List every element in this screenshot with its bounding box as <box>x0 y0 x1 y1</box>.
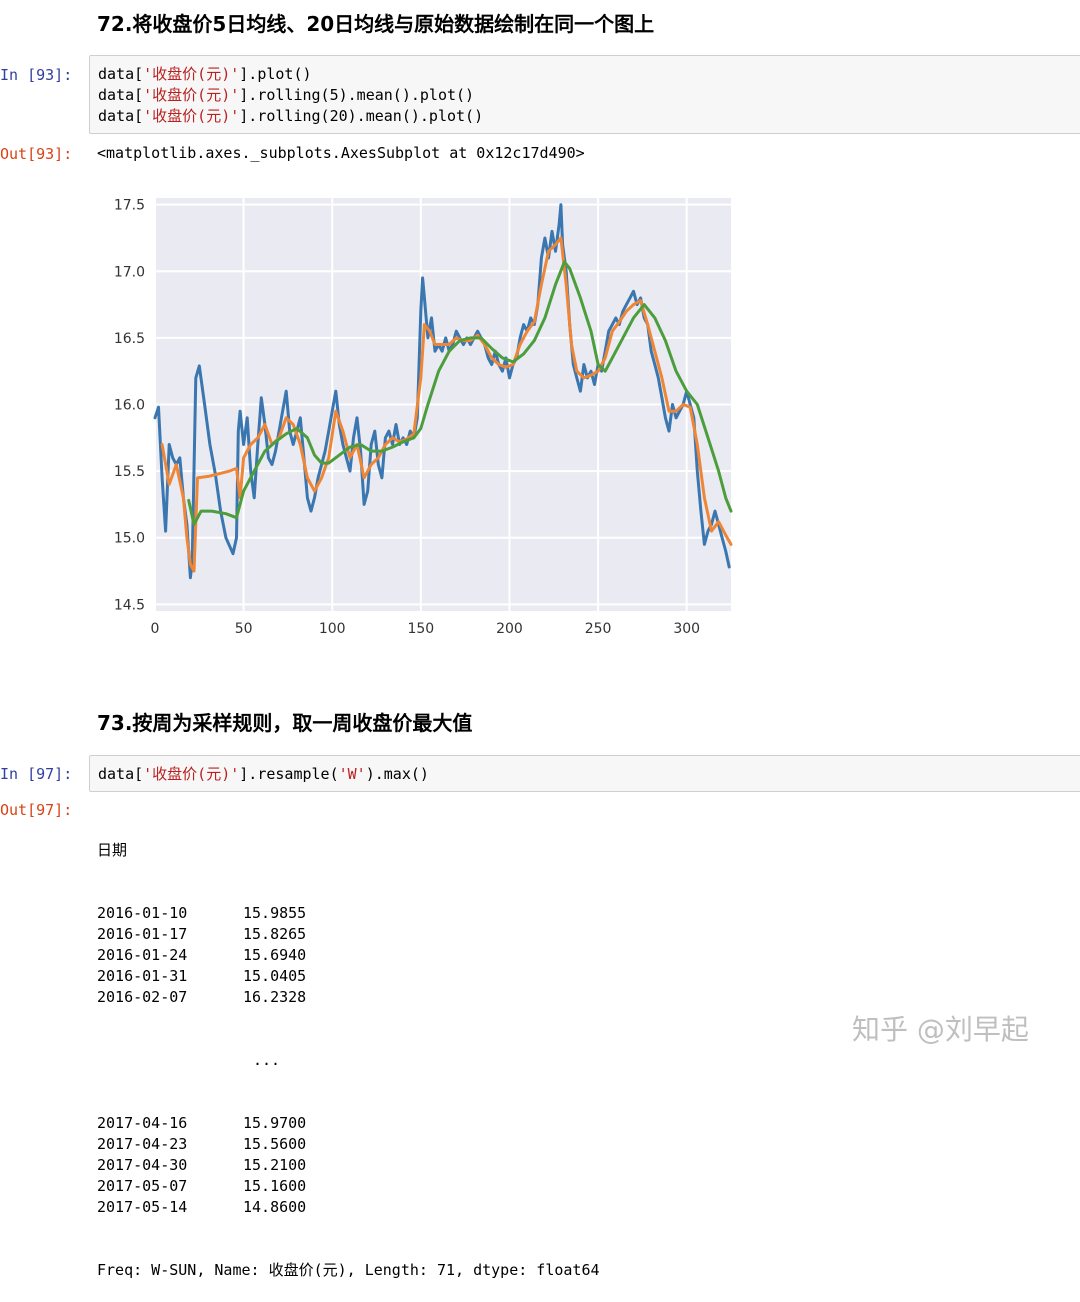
input-prompt-93: In [93]: <box>0 66 73 84</box>
code-line: data['收盘价(元)'].resample('W').max() <box>98 764 1073 785</box>
row-value: 14.8600 <box>243 1198 307 1216</box>
row-value: 15.9855 <box>243 904 307 922</box>
row-date: 2016-01-31 <box>97 967 188 985</box>
y-tick-label: 15.0 <box>114 531 145 547</box>
series-row: 2016-01-24 15.6940 <box>97 945 600 966</box>
row-value: 15.0405 <box>243 967 307 985</box>
y-tick-label: 16.5 <box>114 331 145 347</box>
input-prompt-97: In [97]: <box>0 765 73 783</box>
row-date: 2016-01-24 <box>97 946 188 964</box>
ellipsis: ... <box>253 1051 281 1069</box>
output-prompt-93: Out[93]: <box>0 145 73 163</box>
index-name: 日期 <box>97 841 128 859</box>
row-date: 2017-04-30 <box>97 1156 188 1174</box>
series-footer: Freq: W-SUN, Name: 收盘价(元), Length: 71, d… <box>97 1261 600 1279</box>
code-string: '收盘价(元)' <box>143 765 240 783</box>
code-line: data['收盘价(元)'].rolling(20).mean().plot() <box>98 106 1073 127</box>
y-tick-label: 17.0 <box>114 264 145 280</box>
code-cell-93[interactable]: data['收盘价(元)'].plot() data['收盘价(元)'].rol… <box>89 55 1080 134</box>
row-value: 15.9700 <box>243 1114 307 1132</box>
code-cell-97[interactable]: data['收盘价(元)'].resample('W').max() <box>89 755 1080 792</box>
x-tick-label: 200 <box>496 621 523 637</box>
series-row: 2016-01-10 15.9855 <box>97 903 600 924</box>
x-tick-label: 250 <box>585 621 612 637</box>
row-date: 2016-02-07 <box>97 988 188 1006</box>
code-token: ].rolling(20).mean().plot() <box>239 107 484 125</box>
output-prompt-97: Out[97]: <box>0 801 73 819</box>
series-row: 2017-05-07 15.1600 <box>97 1176 600 1197</box>
code-string: '收盘价(元)' <box>143 86 240 104</box>
code-line: data['收盘价(元)'].rolling(5).mean().plot() <box>98 85 1073 106</box>
y-axis-ticks: 14.5 15.0 15.5 16.0 16.5 17.0 17.5 <box>114 198 145 614</box>
code-string: '收盘价(元)' <box>143 65 240 83</box>
series-row: 2017-05-14 14.8600 <box>97 1197 600 1218</box>
row-value: 16.2328 <box>243 988 307 1006</box>
row-value: 15.5600 <box>243 1135 307 1153</box>
code-token: ].resample( <box>239 765 339 783</box>
x-tick-label: 100 <box>319 621 346 637</box>
row-date: 2017-04-16 <box>97 1114 188 1132</box>
series-row: 2017-04-30 15.2100 <box>97 1155 600 1176</box>
code-token: ].plot() <box>239 65 312 83</box>
row-date: 2016-01-10 <box>97 904 188 922</box>
code-token: ].rolling(5).mean().plot() <box>239 86 475 104</box>
series-row: 2016-01-17 15.8265 <box>97 924 600 945</box>
x-tick-label: 0 <box>151 621 160 637</box>
y-tick-label: 14.5 <box>114 597 145 613</box>
section-73-heading: 73.按周为采样规则，取一周收盘价最大值 <box>97 711 473 735</box>
series-row: 2016-01-31 15.0405 <box>97 966 600 987</box>
section-72-heading: 72.将收盘价5日均线、20日均线与原始数据绘制在同一个图上 <box>97 12 655 36</box>
row-value: 15.2100 <box>243 1156 307 1174</box>
code-token: ).max() <box>365 765 429 783</box>
code-string: 'W' <box>338 765 366 783</box>
y-tick-label: 15.5 <box>114 464 145 480</box>
row-date: 2017-04-23 <box>97 1135 188 1153</box>
row-value: 15.6940 <box>243 946 307 964</box>
row-date: 2016-01-17 <box>97 925 188 943</box>
x-tick-label: 300 <box>673 621 700 637</box>
output-repr: <matplotlib.axes._subplots.AxesSubplot a… <box>97 144 585 162</box>
x-tick-label: 150 <box>407 621 434 637</box>
code-token: data[ <box>98 65 144 83</box>
series-row: 2016-02-07 16.2328 <box>97 987 600 1008</box>
code-token: data[ <box>98 107 144 125</box>
rolling-mean-line-chart: 0 50 100 150 200 250 300 14.515.015.516.016.51… <box>114 198 733 637</box>
y-tick-label: 17.5 <box>114 198 145 214</box>
row-value: 15.8265 <box>243 925 307 943</box>
code-token: data[ <box>98 86 144 104</box>
code-line: data['收盘价(元)'].plot() <box>98 64 1073 85</box>
series-rows-top: 2016-01-10 15.9855 2016-01-17 15.8265 2016-0… <box>97 903 600 1008</box>
row-value: 15.1600 <box>243 1177 307 1195</box>
code-token: data[ <box>98 765 144 783</box>
watermark: 知乎 @刘早起 <box>852 1013 1029 1046</box>
row-date: 2017-05-14 <box>97 1198 188 1216</box>
code-string: '收盘价(元)' <box>143 107 240 125</box>
y-tick-label: 16.0 <box>114 398 145 414</box>
x-tick-label: 50 <box>235 621 253 637</box>
series-output: 日期 2016-01-10 15.9855 2016-01-17 15.8265 201… <box>97 798 600 1302</box>
x-axis-ticks: 0 50 100 150 200 250 300 <box>151 621 701 637</box>
row-date: 2017-05-07 <box>97 1177 188 1195</box>
series-row: 2017-04-23 15.5600 <box>97 1134 600 1155</box>
series-row: 2017-04-16 15.9700 <box>97 1113 600 1134</box>
series-rows-bottom: 2017-04-16 15.9700 2017-04-23 15.5600 2017-0… <box>97 1113 600 1218</box>
